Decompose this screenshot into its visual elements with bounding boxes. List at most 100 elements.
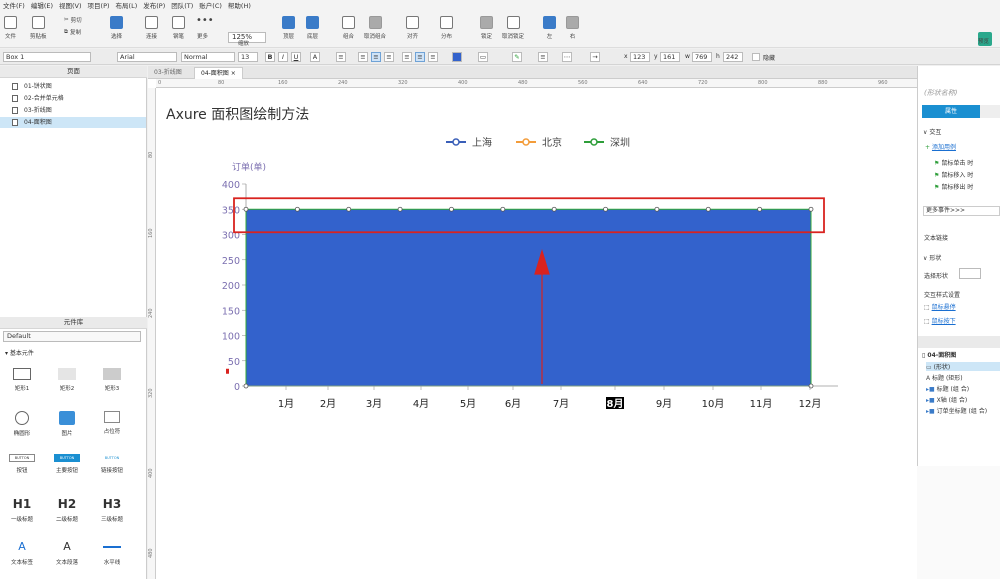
- align-left-icon[interactable]: ≡: [358, 52, 368, 62]
- right-button[interactable]: 右: [566, 16, 579, 40]
- y-tick-label: 150: [222, 306, 240, 317]
- page-item[interactable]: 03-折线图: [0, 105, 146, 116]
- font-weight-select[interactable]: Normal: [181, 52, 235, 62]
- widget-h2[interactable]: H2 二级标题: [47, 497, 87, 523]
- line-style-icon[interactable]: ⋯: [562, 52, 572, 62]
- outline-item[interactable]: ▸■ X轴 (组 合): [926, 395, 967, 404]
- widget-button[interactable]: BUTTON 按钮: [2, 454, 42, 474]
- y-field[interactable]: 161: [660, 52, 680, 62]
- menu-item[interactable]: 文件(F): [3, 0, 25, 10]
- widget-h3[interactable]: H3 三级标题: [92, 497, 132, 523]
- mouse-hover-link[interactable]: ⬚ 鼠标悬停: [924, 302, 956, 311]
- width-field[interactable]: 769: [692, 52, 712, 62]
- widget-hline[interactable]: 水平线: [92, 540, 132, 566]
- shape-name-field[interactable]: (形状名称): [924, 88, 957, 98]
- event-item[interactable]: ⚑ 鼠标移出 时: [934, 182, 973, 191]
- menu-item[interactable]: 布局(L): [116, 0, 138, 10]
- unlock-button[interactable]: 取消锁定: [502, 16, 524, 40]
- send-bottom-button[interactable]: 底层: [306, 16, 319, 40]
- left-button[interactable]: 左: [543, 16, 556, 40]
- page-item[interactable]: 01-饼状图: [0, 81, 146, 92]
- font-select[interactable]: Arial: [117, 52, 177, 62]
- element-name-select[interactable]: Box 1: [3, 52, 91, 62]
- italic-button[interactable]: I: [278, 52, 288, 62]
- menu-item[interactable]: 账户(C): [199, 0, 222, 10]
- outline-item[interactable]: A 标题 (矩形): [926, 373, 963, 382]
- align-center-icon[interactable]: ≡: [371, 52, 381, 62]
- widget-rect3[interactable]: 矩形3: [92, 368, 132, 392]
- list-icon[interactable]: ≡: [336, 52, 346, 62]
- ungroup-button[interactable]: 取消组合: [364, 16, 386, 40]
- mouse-down-link[interactable]: ⬚ 鼠标按下: [924, 316, 956, 325]
- connect-tool[interactable]: 连接: [145, 16, 158, 40]
- page-item[interactable]: 02-合并单元格: [0, 93, 146, 104]
- shape-section[interactable]: ∨ 形状: [923, 253, 941, 262]
- widget-h1[interactable]: H1 一级标题: [2, 497, 42, 523]
- interaction-section[interactable]: ∨ 交互: [923, 127, 941, 136]
- group-button[interactable]: 组合: [342, 16, 355, 40]
- more-icon: •••: [196, 15, 214, 26]
- rect2-icon: [58, 368, 76, 380]
- add-case-link[interactable]: + 添加用例: [925, 142, 956, 151]
- tab-line-chart[interactable]: 03-折线图: [148, 67, 188, 79]
- x-field[interactable]: 123: [630, 52, 650, 62]
- fill-color-icon[interactable]: [452, 52, 462, 62]
- menu-item[interactable]: 编辑(E): [31, 0, 53, 10]
- library-section[interactable]: ▾ 基本元件: [5, 348, 34, 357]
- line-width-icon[interactable]: ≡: [538, 52, 548, 62]
- line-color-icon[interactable]: ✎: [512, 52, 522, 62]
- event-item[interactable]: ⚑ 鼠标单击 时: [934, 158, 973, 167]
- widget-placeholder[interactable]: 占位符: [92, 411, 132, 435]
- widget-ellipse[interactable]: 椭圆形: [2, 411, 42, 437]
- widget-link-button[interactable]: BUTTON 链接按钮: [92, 454, 132, 474]
- valign-bottom-icon[interactable]: ≡: [428, 52, 438, 62]
- tab-area-chart[interactable]: 04-面积图 ×: [194, 67, 243, 79]
- outline-item[interactable]: ▸■ 订单坐标题 (组 合): [926, 406, 987, 415]
- menu-item[interactable]: 发布(P): [143, 0, 165, 10]
- event-item[interactable]: ⚑ 鼠标移入 时: [934, 170, 973, 179]
- valign-middle-icon[interactable]: ≡: [415, 52, 425, 62]
- widget-rect1[interactable]: 矩形1: [2, 368, 42, 392]
- copy-button[interactable]: ⧉ 复制: [64, 28, 81, 37]
- font-color-icon[interactable]: A: [310, 52, 320, 62]
- page-item[interactable]: 04-面积图: [0, 117, 146, 128]
- shadow-icon[interactable]: ▭: [478, 52, 488, 62]
- font-size-select[interactable]: 13: [238, 52, 258, 62]
- more-tools[interactable]: ••• 更多: [196, 15, 214, 41]
- library-select[interactable]: Default: [3, 331, 141, 342]
- align-button[interactable]: 对齐: [406, 16, 419, 40]
- outline-page[interactable]: ▯ 04-面积图: [922, 350, 956, 359]
- tab-properties[interactable]: 属性: [922, 105, 980, 118]
- menu-item[interactable]: 团队(T): [171, 0, 193, 10]
- distribute-button[interactable]: 分布: [440, 16, 453, 40]
- bring-top-button[interactable]: 顶层: [282, 16, 295, 40]
- widget-paragraph[interactable]: A 文本段落: [47, 540, 87, 566]
- menu-item[interactable]: 项目(P): [88, 0, 110, 10]
- tab-notes[interactable]: [980, 105, 1000, 118]
- underline-button[interactable]: U: [291, 52, 301, 62]
- valign-top-icon[interactable]: ≡: [402, 52, 412, 62]
- widget-primary-button[interactable]: BUTTON 主要按钮: [47, 454, 87, 474]
- widget-label[interactable]: A 文本标签: [2, 540, 42, 566]
- page-icon: [12, 95, 18, 102]
- menu-item[interactable]: 视图(V): [59, 0, 82, 10]
- widget-image[interactable]: 图片: [47, 411, 87, 437]
- menu-item[interactable]: 帮助(H): [228, 0, 251, 10]
- cut-button[interactable]: ✂ 剪切: [64, 16, 82, 24]
- arrow-style-icon[interactable]: →: [590, 52, 600, 62]
- outline-item[interactable]: ▸■ 标题 (组 合): [926, 384, 969, 393]
- height-field[interactable]: 242: [723, 52, 743, 62]
- outline-item[interactable]: ▭ (形状): [926, 362, 1000, 371]
- hidden-checkbox[interactable]: [752, 53, 760, 61]
- shape-picker[interactable]: [959, 268, 981, 279]
- close-icon[interactable]: ×: [231, 70, 236, 77]
- widget-rect2[interactable]: 矩形2: [47, 368, 87, 392]
- select-tool[interactable]: 选择: [110, 16, 123, 40]
- lock-button[interactable]: 锁定: [480, 16, 493, 40]
- file-button[interactable]: 文件: [4, 16, 17, 40]
- paste-button[interactable]: 剪贴板: [30, 16, 47, 40]
- pen-tool[interactable]: 钢笔: [172, 16, 185, 40]
- bold-button[interactable]: B: [265, 52, 275, 62]
- more-events-select[interactable]: 更多事件>>>: [923, 206, 1000, 216]
- align-right-icon[interactable]: ≡: [384, 52, 394, 62]
